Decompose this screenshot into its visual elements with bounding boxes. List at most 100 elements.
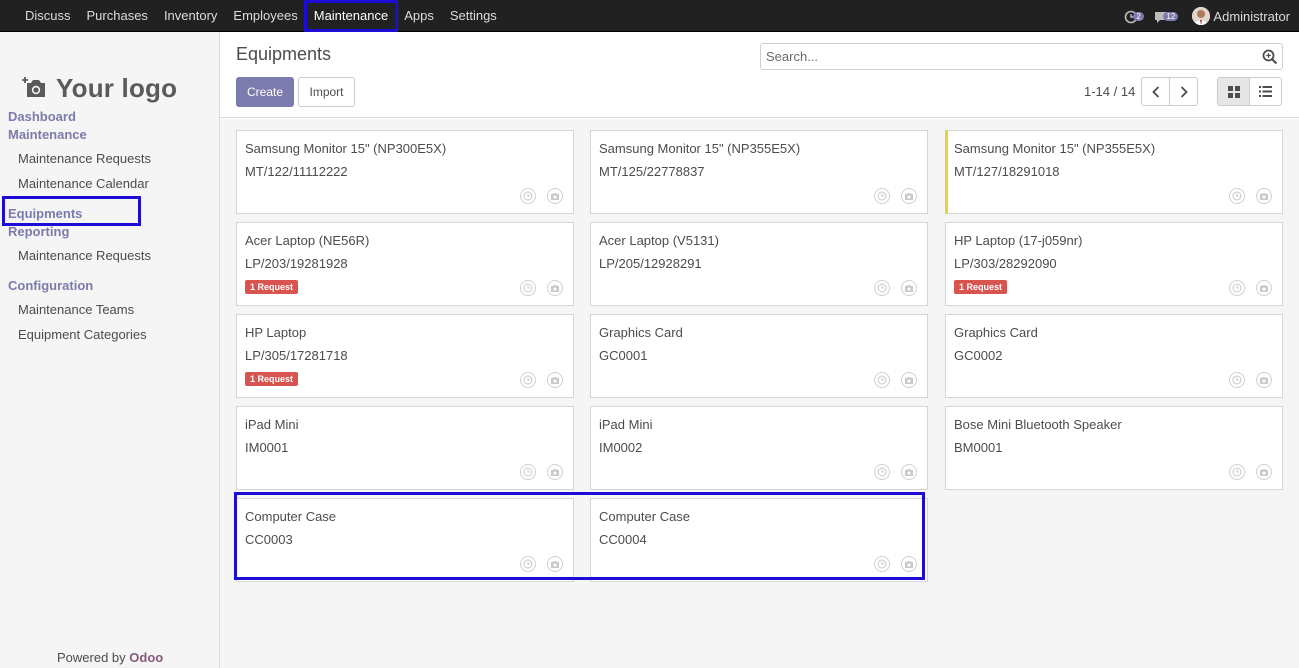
equipment-reference: MT/127/18291018 <box>954 164 1060 179</box>
pager-previous-button[interactable] <box>1141 77 1170 106</box>
user-avatar-icon <box>1192 7 1211 25</box>
menu-purchases[interactable]: Purchases <box>79 0 156 32</box>
activity-clock-icon[interactable] <box>1229 188 1245 204</box>
camera-plus-icon <box>22 77 45 97</box>
equipment-card[interactable]: HP Laptop (17-j059nr) LP/303/28292090 1 Re… <box>945 222 1283 306</box>
activity-clock-icon[interactable] <box>520 372 536 388</box>
kanban-view-button[interactable] <box>1217 77 1250 106</box>
pager-next-button[interactable] <box>1169 77 1198 106</box>
sidebar-configuration[interactable]: Configuration <box>8 278 93 293</box>
camera-icon <box>901 280 917 296</box>
create-button[interactable]: Create <box>236 77 294 107</box>
equipment-reference: CC0004 <box>599 532 647 547</box>
equipment-card[interactable]: iPad Mini IM0002 <box>590 406 928 490</box>
equipment-card[interactable]: Acer Laptop (V5131) LP/205/12928291 <box>590 222 928 306</box>
equipment-reference: MT/125/22778837 <box>599 164 705 179</box>
sidebar-equipments[interactable]: Equipments <box>8 206 82 221</box>
menu-maintenance[interactable]: Maintenance <box>303 0 399 32</box>
equipment-card[interactable]: Samsung Monitor 15" (NP355E5X) MT/127/182… <box>945 130 1283 214</box>
equipment-card[interactable]: Acer Laptop (NE56R) LP/203/19281928 1 Requ… <box>236 222 574 306</box>
equipment-card[interactable]: iPad Mini IM0001 <box>236 406 574 490</box>
list-view-button[interactable] <box>1249 77 1282 106</box>
activity-clock-icon[interactable] <box>874 188 890 204</box>
request-count-badge[interactable]: 1 Request <box>245 280 299 294</box>
equipment-reference: LP/303/28292090 <box>954 256 1057 271</box>
equipment-reference: CC0003 <box>245 532 293 547</box>
list-icon <box>1259 86 1272 97</box>
camera-icon <box>1256 372 1272 388</box>
activity-clock-icon[interactable] <box>1229 280 1245 296</box>
logo-text: Your logo <box>56 72 178 103</box>
request-count-badge[interactable]: 1 Request <box>954 280 1008 294</box>
sidebar-item-maintenance-calendar[interactable]: Maintenance Calendar <box>18 176 149 191</box>
sidebar-item-maintenance-teams[interactable]: Maintenance Teams <box>18 302 134 317</box>
equipment-card[interactable]: Computer Case CC0004 <box>590 498 928 582</box>
sidebar-item-equipment-categories[interactable]: Equipment Categories <box>18 327 147 342</box>
camera-icon <box>901 372 917 388</box>
page-title: Equipments <box>236 44 332 64</box>
equipment-card[interactable]: Samsung Monitor 15" (NP300E5X) MT/122/111… <box>236 130 574 214</box>
equipment-card[interactable]: Graphics Card GC0002 <box>945 314 1283 398</box>
avatar[interactable] <box>1192 7 1211 25</box>
activity-clock-icon[interactable] <box>520 556 536 572</box>
activity-clock-icon[interactable] <box>1229 372 1245 388</box>
equipment-card[interactable]: Graphics Card GC0001 <box>590 314 928 398</box>
sidebar-dashboard[interactable]: Dashboard <box>8 109 76 124</box>
powered-by: Powered by Odoo <box>57 650 163 665</box>
equipment-name: Samsung Monitor 15" (NP300E5X) <box>245 141 447 156</box>
camera-icon <box>901 188 917 204</box>
equipment-name: Samsung Monitor 15" (NP355E5X) <box>954 141 1156 156</box>
equipment-reference: LP/305/17281718 <box>245 348 348 363</box>
sidebar-item-maintenance-requests[interactable]: Maintenance Requests <box>18 151 151 166</box>
activity-clock-icon[interactable] <box>874 464 890 480</box>
systray: 2 12 Administrator <box>1124 0 1299 32</box>
equipment-card[interactable]: Computer Case CC0003 <box>236 498 574 582</box>
search-input[interactable] <box>761 44 1251 69</box>
menu-inventory[interactable]: Inventory <box>156 0 225 32</box>
equipment-name: HP Laptop <box>245 325 307 340</box>
user-menu[interactable]: Administrator <box>1213 9 1290 24</box>
activity-clock-icon[interactable] <box>1229 464 1245 480</box>
chevron-left-icon <box>1151 85 1159 98</box>
menu-settings[interactable]: Settings <box>442 0 505 32</box>
menu-discuss[interactable]: Discuss <box>17 0 79 32</box>
equipment-name: Computer Case <box>599 509 691 524</box>
menu-apps[interactable]: Apps <box>396 0 442 32</box>
menu-employees[interactable]: Employees <box>225 0 305 32</box>
main-menu: Discuss Purchases Inventory Employees Ma… <box>0 0 505 32</box>
odoo-link[interactable]: Odoo <box>129 650 163 665</box>
request-count-badge[interactable]: 1 Request <box>245 372 299 386</box>
equipment-reference: LP/203/19281928 <box>245 256 348 271</box>
top-navbar: Discuss Purchases Inventory Employees Ma… <box>0 0 1299 32</box>
search-icon[interactable] <box>1262 49 1278 65</box>
sidebar-reporting[interactable]: Reporting <box>8 224 69 239</box>
equipment-card[interactable]: Bose Mini Bluetooth Speaker BM0001 <box>945 406 1283 490</box>
camera-icon <box>547 188 563 204</box>
camera-icon <box>547 280 563 296</box>
grid-icon <box>1227 85 1240 98</box>
sidebar-maintenance[interactable]: Maintenance <box>8 127 87 142</box>
activity-clock-icon[interactable] <box>520 280 536 296</box>
equipment-name: Graphics Card <box>954 325 1038 340</box>
camera-icon <box>1256 280 1272 296</box>
equipment-name: Computer Case <box>245 509 337 524</box>
equipment-reference: MT/122/11112222 <box>245 164 348 179</box>
messaging-button[interactable]: 12 <box>1154 6 1182 26</box>
equipment-reference: LP/205/12928291 <box>599 256 702 271</box>
activity-button[interactable]: 2 <box>1124 6 1148 26</box>
powered-by-label: Powered by <box>57 650 126 665</box>
activity-clock-icon[interactable] <box>520 188 536 204</box>
activity-clock-icon[interactable] <box>874 280 890 296</box>
pager-value[interactable]: 1-14 / 14 <box>1084 84 1135 99</box>
equipment-card[interactable]: HP Laptop LP/305/17281718 1 Request <box>236 314 574 398</box>
equipment-card[interactable]: Samsung Monitor 15" (NP355E5X) MT/125/227… <box>590 130 928 214</box>
activity-clock-icon[interactable] <box>874 372 890 388</box>
sidebar-item-reporting-requests[interactable]: Maintenance Requests <box>18 248 151 263</box>
import-button[interactable]: Import <box>298 77 355 107</box>
equipment-name: iPad Mini <box>599 417 653 432</box>
equipment-name: Graphics Card <box>599 325 683 340</box>
sidebar: Your logo Dashboard Maintenance Maintena… <box>0 32 220 668</box>
activity-clock-icon[interactable] <box>874 556 890 572</box>
equipment-reference: IM0002 <box>599 440 643 455</box>
activity-clock-icon[interactable] <box>520 464 536 480</box>
